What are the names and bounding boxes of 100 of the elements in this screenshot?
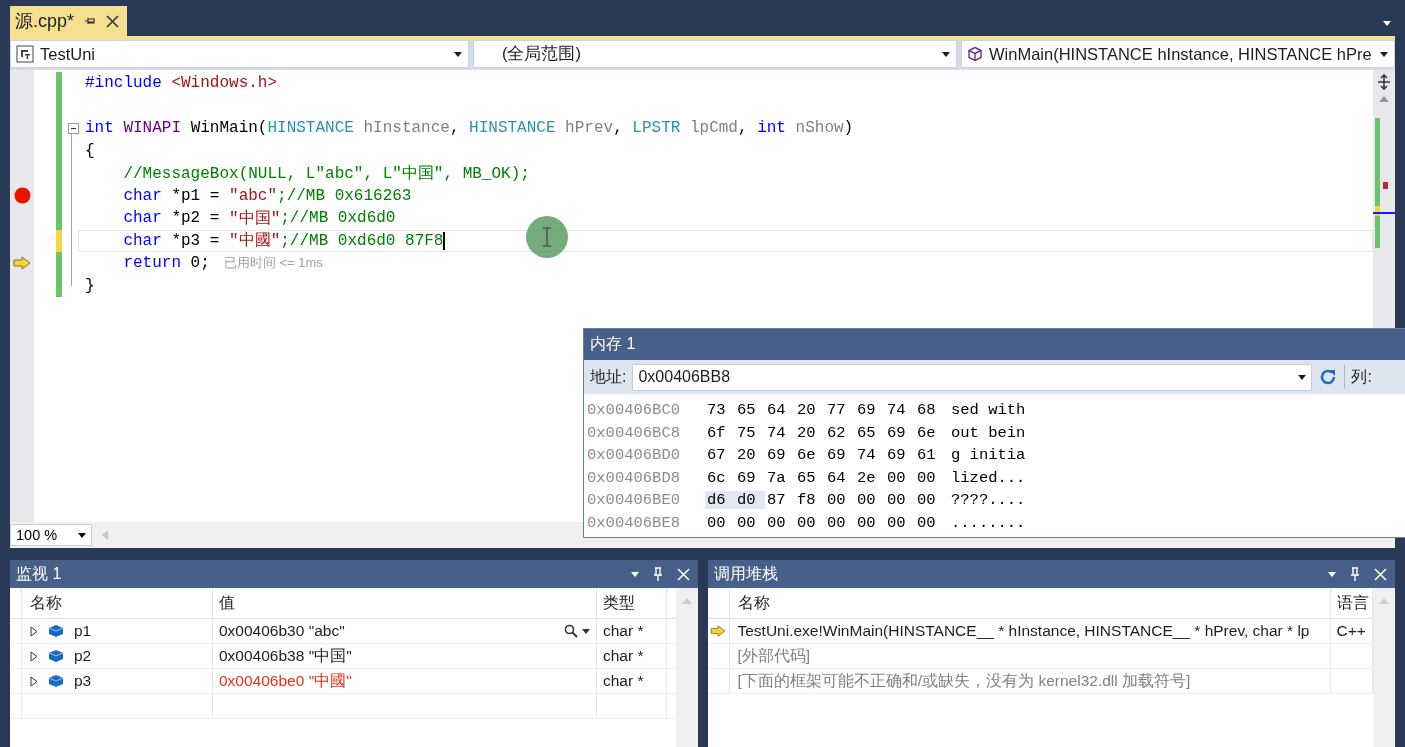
- memory-byte[interactable]: 64: [765, 401, 795, 420]
- visualizer-button[interactable]: [564, 624, 590, 638]
- variable-name: p3: [74, 672, 92, 690]
- memory-byte[interactable]: 20: [735, 446, 765, 465]
- memory-byte[interactable]: 65: [735, 401, 765, 420]
- memory-byte[interactable]: 00: [765, 513, 795, 532]
- memory-byte[interactable]: 6f: [705, 423, 735, 442]
- zoom-dropdown[interactable]: 100 %: [10, 524, 92, 546]
- navigation-dropdown[interactable]: (全局范围): [473, 40, 957, 68]
- column-header[interactable]: 名称: [22, 588, 213, 618]
- memory-ascii: ........: [951, 513, 1026, 532]
- memory-byte[interactable]: 2e: [855, 468, 885, 487]
- frame-language: C++: [1336, 622, 1366, 640]
- memory-byte[interactable]: 00: [915, 513, 945, 532]
- arrow-icon: [13, 256, 31, 271]
- memory-byte[interactable]: 73: [705, 401, 735, 420]
- dropdown-icon: [1298, 374, 1307, 380]
- memory-address: 0x00406BC8: [587, 423, 681, 442]
- memory-byte[interactable]: 20: [795, 401, 825, 420]
- mouse-cursor-icon: [526, 216, 568, 258]
- memory-byte[interactable]: 75: [735, 423, 765, 442]
- expand-icon[interactable]: [30, 625, 38, 637]
- cube-icon: [967, 46, 983, 62]
- variable-value: 0x00406b38 "中国": [219, 645, 352, 666]
- memory-ascii: sed with: [951, 401, 1026, 420]
- breakpoint-icon[interactable]: [13, 187, 31, 205]
- window-title: 内存 1: [590, 334, 636, 354]
- memory-byte[interactable]: 00: [855, 513, 885, 532]
- variable-type: char *: [597, 619, 667, 643]
- variable-type: char *: [597, 644, 667, 668]
- split-icon[interactable]: [1376, 74, 1392, 90]
- expand-icon[interactable]: [30, 650, 38, 662]
- memory-byte[interactable]: 64: [825, 468, 855, 487]
- navigation-dropdown[interactable]: TestUni: [10, 40, 469, 68]
- memory-byte[interactable]: 65: [855, 423, 885, 442]
- column-header[interactable]: 语言: [1330, 588, 1373, 618]
- memory-byte[interactable]: 00: [705, 513, 735, 532]
- dropdown-icon: [942, 51, 950, 57]
- close-icon[interactable]: [106, 14, 120, 28]
- memory-byte[interactable]: 00: [915, 491, 945, 510]
- column-header[interactable]: 名称: [729, 588, 1331, 618]
- memory-byte[interactable]: 20: [795, 423, 825, 442]
- memory-byte[interactable]: 74: [765, 423, 795, 442]
- memory-ascii: ????....: [951, 491, 1026, 510]
- stack-frame[interactable]: [外部代码]: [737, 645, 811, 667]
- memory-byte[interactable]: d0: [735, 491, 765, 510]
- memory-byte[interactable]: 68: [915, 401, 945, 420]
- memory-byte[interactable]: 00: [825, 491, 855, 510]
- memory-byte[interactable]: 69: [765, 446, 795, 465]
- pin-icon[interactable]: [652, 567, 663, 581]
- memory-byte[interactable]: 00: [825, 513, 855, 532]
- variable-icon: [48, 674, 64, 688]
- document-tab[interactable]: 源.cpp*: [10, 6, 128, 36]
- pin-icon[interactable]: [84, 15, 97, 27]
- dropdown-icon: [1380, 51, 1388, 57]
- memory-byte[interactable]: 6c: [705, 468, 735, 487]
- memory-byte[interactable]: 67: [705, 446, 735, 465]
- memory-address: 0x00406BE8: [587, 513, 681, 532]
- memory-byte[interactable]: 69: [885, 423, 915, 442]
- memory-byte[interactable]: 00: [855, 491, 885, 510]
- panel-title: 调用堆栈: [713, 563, 779, 584]
- column-header[interactable]: 类型: [597, 588, 667, 618]
- variable-name: p1: [74, 622, 92, 640]
- memory-byte[interactable]: 69: [735, 468, 765, 487]
- memory-byte[interactable]: 6e: [795, 446, 825, 465]
- code-line: return 0;: [122, 254, 210, 273]
- memory-byte[interactable]: 69: [885, 446, 915, 465]
- memory-byte[interactable]: 65: [795, 468, 825, 487]
- memory-byte[interactable]: 74: [855, 446, 885, 465]
- memory-byte[interactable]: 00: [915, 468, 945, 487]
- memory-byte[interactable]: 61: [915, 446, 945, 465]
- collapse-icon[interactable]: [67, 122, 79, 134]
- memory-byte[interactable]: 00: [735, 513, 765, 532]
- column-header[interactable]: 值: [213, 588, 597, 618]
- project-icon: [16, 45, 34, 63]
- memory-byte[interactable]: 00: [795, 513, 825, 532]
- pin-icon[interactable]: [1350, 567, 1360, 581]
- memory-byte[interactable]: 7a: [765, 468, 795, 487]
- memory-byte[interactable]: 77: [825, 401, 855, 420]
- memory-byte[interactable]: 62: [825, 423, 855, 442]
- elapsed-time-hint: 已用时间 <= 1ms: [223, 254, 323, 273]
- stack-frame[interactable]: [下面的框架可能不正确和/或缺失，没有为 kernel32.dll 加载符号]: [737, 670, 1191, 692]
- memory-byte[interactable]: 69: [855, 401, 885, 420]
- code-line: int WINAPI WinMain(HINSTANCE hInstance, HINSTANCE hPrev, LPSTR lpCmd, int nShow): [85, 119, 854, 138]
- address-field[interactable]: 0x00406BB8: [632, 363, 1313, 391]
- memory-byte[interactable]: 69: [825, 446, 855, 465]
- memory-byte[interactable]: 00: [885, 513, 915, 532]
- memory-byte[interactable]: 6e: [915, 423, 945, 442]
- memory-byte[interactable]: 87: [765, 491, 795, 510]
- navigation-dropdown[interactable]: WinMain(HINSTANCE hInstance, HINSTANCE hPre: [961, 40, 1395, 68]
- expand-icon[interactable]: [30, 675, 38, 687]
- memory-byte[interactable]: d6: [705, 491, 735, 510]
- stack-frame[interactable]: TestUni.exe!WinMain(HINSTANCE__ * hInstance, HINSTANCE__ * hPrev, char * lp: [737, 622, 1310, 640]
- code-line: char *p2 = "中国";//MB 0xd6d0: [122, 208, 396, 229]
- memory-byte[interactable]: 74: [885, 401, 915, 420]
- memory-address: 0x00406BE0: [587, 491, 681, 510]
- memory-byte[interactable]: 00: [885, 468, 915, 487]
- code-line: {: [85, 141, 95, 160]
- memory-byte[interactable]: f8: [795, 491, 825, 510]
- memory-byte[interactable]: 00: [885, 491, 915, 510]
